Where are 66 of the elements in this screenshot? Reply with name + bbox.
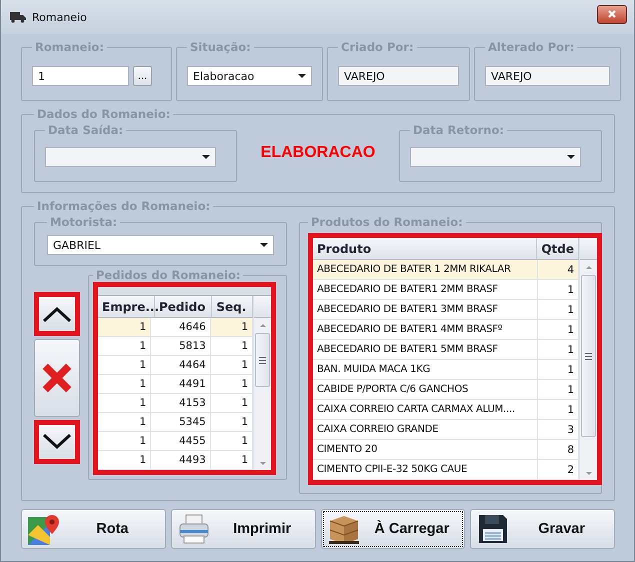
table-cell: 4153 [151,394,211,412]
status-label: ELABORACAO [260,144,376,162]
table-cell: ABECEDARIO DE BATER 1 2MM RIKALAR [313,260,538,279]
group-label: Pedidos do Romaneio: [95,268,242,282]
table-cell: 1 [98,375,152,393]
dropdown[interactable]: GABRIEL [47,235,274,255]
group-label: Alterado Por: [487,40,576,54]
table-cell: CIMENTO 20 [313,440,538,459]
table-cell: 1 [98,337,152,355]
table-cell: 1 [98,318,152,336]
map-pin-icon [28,513,60,545]
table-cell: 1 [210,318,253,336]
table-cell: 1 [98,432,152,450]
table-cell: 4491 [151,375,211,393]
close-button[interactable] [597,4,627,24]
group-label: Criado Por: [340,40,415,54]
table-cell: ABECEDARIO DE BATER1 5MM BRASF [313,340,538,359]
table-cell: ABECEDARIO DE BATER1 3MM BRASF [313,300,538,319]
input-field[interactable]: VAREJO [338,66,459,86]
printer-icon [178,513,210,545]
chevron-down-icon [42,434,72,450]
load-button[interactable]: À Carregar [320,509,466,549]
table-cell: CIMENTO CPII-E-32 50KG CAUE [313,460,538,479]
table-cell: 1 [98,413,152,431]
truck-icon [10,11,26,23]
table-cell: 1 [98,451,152,469]
chevron-up-icon [42,306,72,322]
table-cell: 4 [538,260,579,279]
table-cell: 5813 [151,337,211,355]
group-label: Informações do Romaneio: [36,199,212,213]
route-button[interactable]: Rota [21,509,166,549]
table-cell: BAN. MUIDA MACA 1KG [313,360,538,379]
move-down-button[interactable] [34,420,80,464]
group-label: Situação: [189,40,252,54]
table-cell: 1 [98,394,152,412]
dropdown[interactable]: Elaboracao [187,66,312,86]
input-field[interactable]: 1 [32,66,129,86]
input-field[interactable]: VAREJO [485,66,610,86]
lookup-button[interactable]: ... [133,66,152,86]
move-up-button[interactable] [34,292,80,336]
boxes-icon [328,513,360,545]
save-button[interactable]: Gravar [470,509,615,549]
table-cell: ABECEDARIO DE BATER1 2MM BRASF [313,280,538,299]
table-cell: ABECEDARIO DE BATER1 4MM BRASFº [313,320,538,339]
group-label: Motorista: [49,215,118,229]
group-label: Data Saída: [47,123,124,137]
table-cell: CAIXA CORREIO GRANDE [313,420,538,439]
group-label: Produtos do Romaneio: [310,215,464,229]
x-mark-icon [41,362,73,394]
table-cell: 4464 [151,356,211,374]
group-label: Romaneio: [34,40,105,54]
group-label: Dados do Romaneio: [36,107,172,121]
table-cell: 4455 [151,432,211,450]
table-cell: CABIDE P/PORTA C/6 GANCHOS [313,380,538,399]
table-cell: 4493 [151,451,211,469]
scrollbar[interactable] [253,296,271,470]
column-header[interactable]: Produto [313,238,538,259]
table-cell: CAIXA CORREIO CARTA CARMAX ALUM.... [313,400,538,419]
close-icon [607,9,617,19]
table-cell: 1 [98,356,152,374]
delete-button[interactable] [34,339,80,417]
table-cell: 5345 [151,413,211,431]
scrollbar[interactable] [579,238,597,480]
window-title: Romaneio [32,10,88,24]
print-button[interactable]: Imprimir [170,509,316,549]
group-label: Data Retorno: [412,123,505,137]
